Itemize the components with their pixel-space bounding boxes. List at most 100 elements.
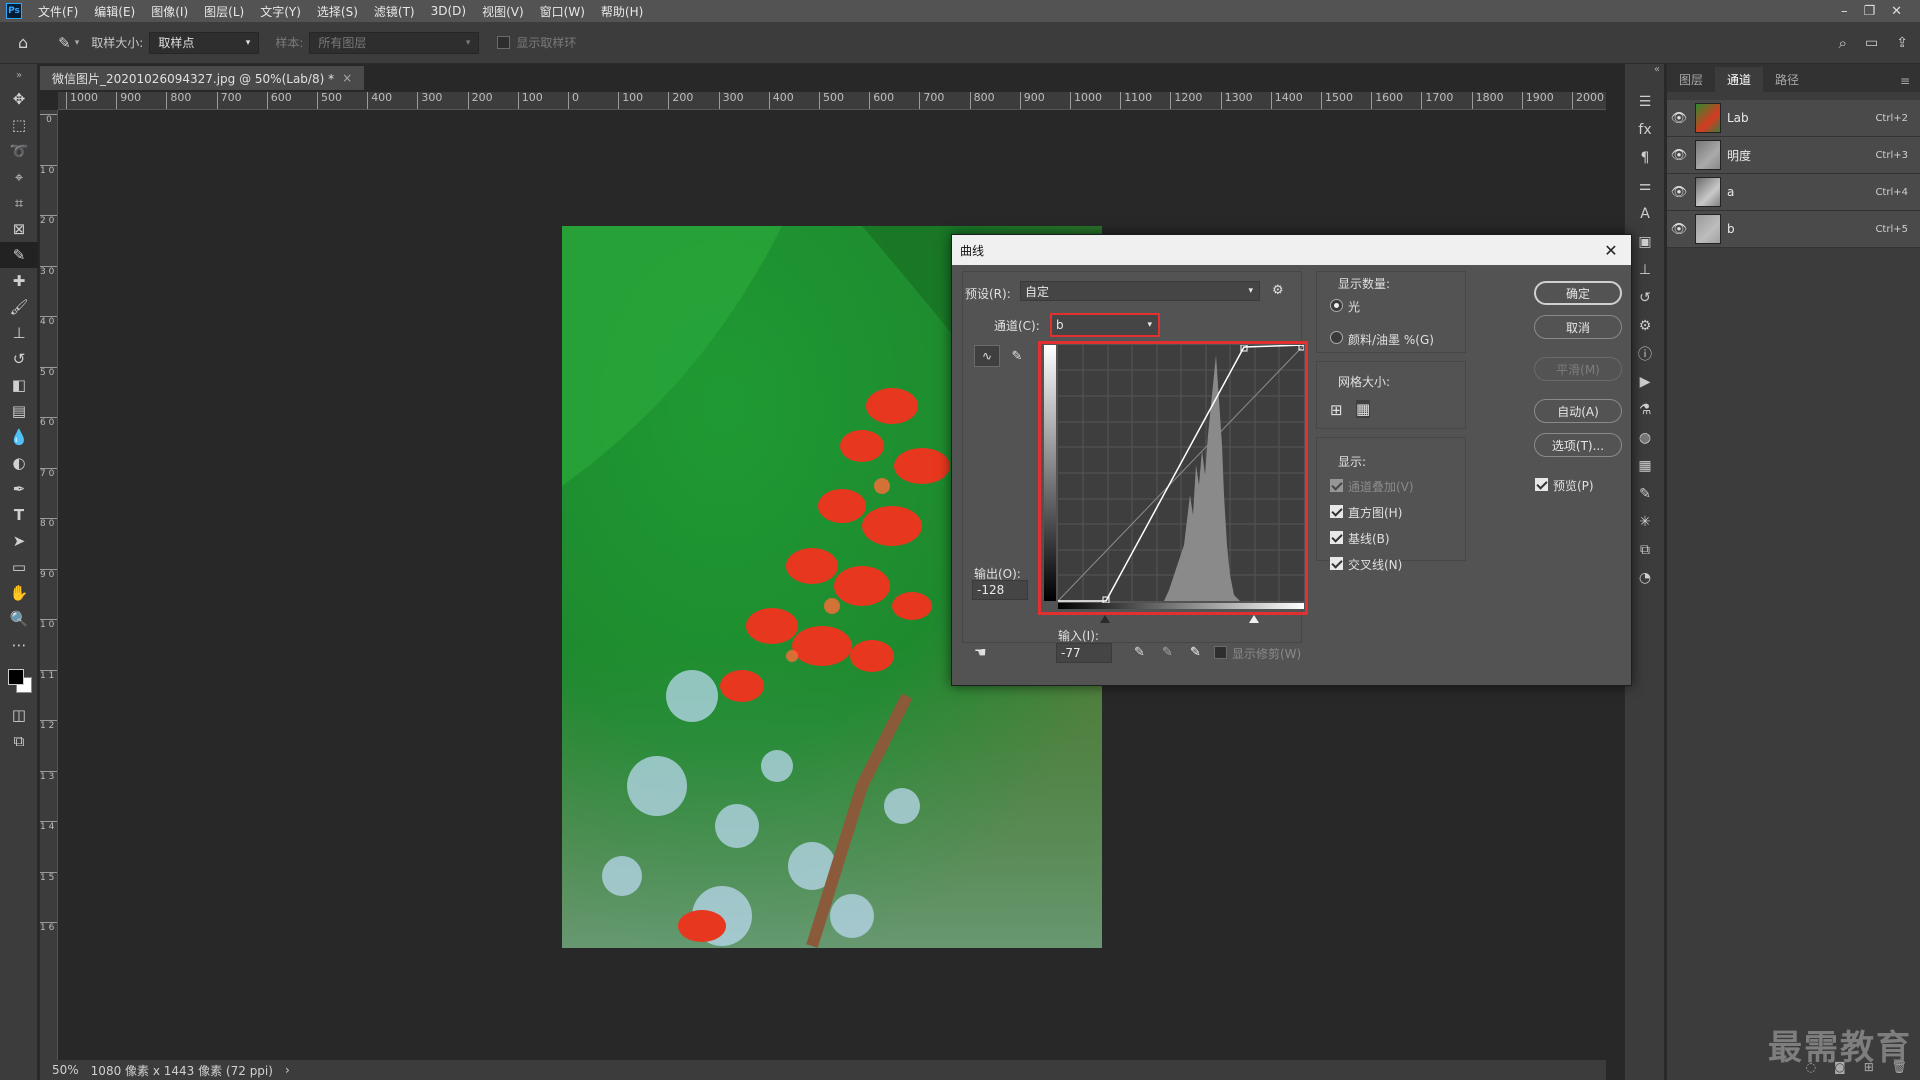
adjustments-icon[interactable]: ⚌ [1625, 172, 1665, 200]
menu-select[interactable]: 选择(S) [309, 3, 366, 20]
color-swatches[interactable] [0, 658, 38, 702]
sample-size-select[interactable]: 取样点 ▾ [149, 31, 260, 54]
curve-point-tool-icon[interactable]: ∿ [974, 345, 1000, 367]
home-icon[interactable]: ⌂ [18, 33, 28, 52]
status-arrow-icon[interactable]: › [285, 1063, 290, 1077]
black-eyedropper-icon[interactable]: ✎ [1134, 645, 1145, 660]
crop-tool-icon[interactable]: ⌗ [0, 190, 38, 216]
channel-row-a[interactable]: 👁 a Ctrl+4 [1667, 174, 1920, 211]
blur-tool-icon[interactable]: 💧 [0, 424, 38, 450]
preview-checkbox[interactable] [1535, 478, 1548, 491]
sample-select[interactable]: 所有图层 ▾ [309, 31, 480, 54]
close-icon[interactable]: ✕ [1591, 241, 1631, 260]
type-tool-icon[interactable]: T [0, 502, 38, 528]
show-ring-checkbox[interactable] [497, 36, 511, 49]
chevron-down-icon[interactable]: ▾ [75, 38, 80, 48]
tab-channels[interactable]: 通道 [1715, 67, 1764, 92]
pencil-draw-tool-icon[interactable]: ✎ [1004, 345, 1030, 367]
white-point-slider[interactable] [1249, 615, 1259, 623]
white-eyedropper-icon[interactable]: ✎ [1190, 645, 1201, 660]
channel-row-lightness[interactable]: 👁 明度 Ctrl+3 [1667, 137, 1920, 174]
document-tab[interactable]: 微信图片_20201026094327.jpg @ 50%(Lab/8) * × [40, 66, 365, 90]
paragraph-icon[interactable]: ¶ [1625, 144, 1665, 172]
collapse-icon[interactable]: « [1625, 64, 1664, 88]
options-button[interactable]: 选项(T)... [1534, 433, 1622, 457]
pigment-radio[interactable] [1330, 331, 1343, 344]
input-field[interactable]: -77 [1056, 643, 1112, 663]
search-icon[interactable]: ⌕ [1839, 34, 1847, 52]
quick-select-tool-icon[interactable]: ⌖ [0, 164, 38, 190]
menu-3d[interactable]: 3D(D) [423, 4, 474, 18]
zoom-level[interactable]: 50% [52, 1063, 79, 1077]
menu-file[interactable]: 文件(F) [30, 3, 86, 20]
more-tools-icon[interactable]: ⋯ [0, 632, 38, 658]
panel-menu-icon[interactable]: ≡ [1890, 70, 1920, 92]
minimize-button[interactable]: – [1841, 4, 1848, 19]
output-field[interactable]: -128 [972, 580, 1028, 600]
pen-tool-icon[interactable]: ✒ [0, 476, 38, 502]
simple-grid-icon[interactable]: ⊞ [1330, 401, 1343, 419]
screen-mode-icon[interactable]: ⧉ [0, 728, 38, 754]
restore-button[interactable]: ❐ [1863, 4, 1875, 19]
brush-tool-icon[interactable]: 🖌 [0, 294, 38, 320]
visibility-eye-icon[interactable]: 👁 [1667, 111, 1691, 126]
path-select-icon[interactable]: ➤ [0, 528, 38, 554]
marquee-tool-icon[interactable]: ⬚ [0, 112, 38, 138]
targeted-adjustment-hand-icon[interactable]: ☚ [974, 645, 987, 661]
healing-tool-icon[interactable]: ✚ [0, 268, 38, 294]
tab-layers[interactable]: 图层 [1667, 67, 1715, 92]
visibility-eye-icon[interactable]: 👁 [1667, 222, 1691, 237]
black-point-slider[interactable] [1100, 615, 1110, 623]
visibility-eye-icon[interactable]: 👁 [1667, 185, 1691, 200]
menu-edit[interactable]: 编辑(E) [86, 3, 143, 20]
channel-overlay-checkbox[interactable] [1330, 479, 1343, 492]
show-clipping-checkbox[interactable] [1214, 646, 1227, 659]
channel-select[interactable]: b ▾ [1050, 313, 1160, 337]
foreground-color[interactable] [8, 669, 24, 685]
curve-graph[interactable] [1044, 345, 1304, 609]
collapse-icon[interactable]: » [0, 64, 38, 86]
close-window-button[interactable]: ✕ [1891, 4, 1902, 19]
detailed-grid-icon[interactable]: ▦ [1356, 400, 1371, 418]
channel-row-b[interactable]: 👁 b Ctrl+5 [1667, 211, 1920, 248]
dodge-tool-icon[interactable]: ◐ [0, 450, 38, 476]
menu-layer[interactable]: 图层(L) [196, 3, 252, 20]
channel-row-lab[interactable]: 👁 Lab Ctrl+2 [1667, 100, 1920, 137]
quick-mask-icon[interactable]: ◫ [0, 702, 38, 728]
eraser-tool-icon[interactable]: ◧ [0, 372, 38, 398]
tab-paths[interactable]: 路径 [1763, 67, 1811, 92]
menu-view[interactable]: 视图(V) [474, 3, 532, 20]
hand-tool-icon[interactable]: ✋ [0, 580, 38, 606]
stamp-tool-icon[interactable]: ⊥ [0, 320, 38, 346]
menu-type[interactable]: 文字(Y) [252, 3, 309, 20]
gradient-tool-icon[interactable]: ▤ [0, 398, 38, 424]
menu-help[interactable]: 帮助(H) [593, 3, 651, 20]
cancel-button[interactable]: 取消 [1534, 315, 1622, 339]
rectangle-tool-icon[interactable]: ▭ [0, 554, 38, 580]
history-icon[interactable]: ☰ [1625, 88, 1665, 116]
eyedropper-tool-icon[interactable]: ✎ [58, 34, 71, 52]
zoom-tool-icon[interactable]: 🔍 [0, 606, 38, 632]
baseline-checkbox[interactable] [1330, 531, 1343, 544]
auto-button[interactable]: 自动(A) [1534, 399, 1622, 423]
preset-select[interactable]: 自定 ▾ [1020, 281, 1260, 301]
menu-image[interactable]: 图像(I) [143, 3, 196, 20]
share-icon[interactable]: ⇪ [1896, 35, 1908, 51]
ok-button[interactable]: 确定 [1534, 281, 1622, 305]
eyedropper-tool-icon[interactable]: ✎ [0, 242, 38, 268]
visibility-eye-icon[interactable]: 👁 [1667, 148, 1691, 163]
history-brush-icon[interactable]: ↺ [0, 346, 38, 372]
intersection-checkbox[interactable] [1330, 557, 1343, 570]
menu-filter[interactable]: 滤镜(T) [366, 3, 423, 20]
frame-tool-icon[interactable]: ⊠ [0, 216, 38, 242]
workspace-icon[interactable]: ▭ [1865, 35, 1878, 51]
histogram-checkbox[interactable] [1330, 505, 1343, 518]
menu-window[interactable]: 窗口(W) [532, 3, 593, 20]
preset-options-gear-icon[interactable]: ⚙ [1272, 283, 1284, 298]
close-tab-icon[interactable]: × [342, 71, 352, 85]
light-radio[interactable] [1330, 299, 1343, 312]
lasso-tool-icon[interactable]: ➰ [0, 138, 38, 164]
smooth-button[interactable]: 平滑(M) [1534, 357, 1622, 381]
move-tool-icon[interactable]: ✥ [0, 86, 38, 112]
gray-eyedropper-icon[interactable]: ✎ [1162, 645, 1173, 660]
